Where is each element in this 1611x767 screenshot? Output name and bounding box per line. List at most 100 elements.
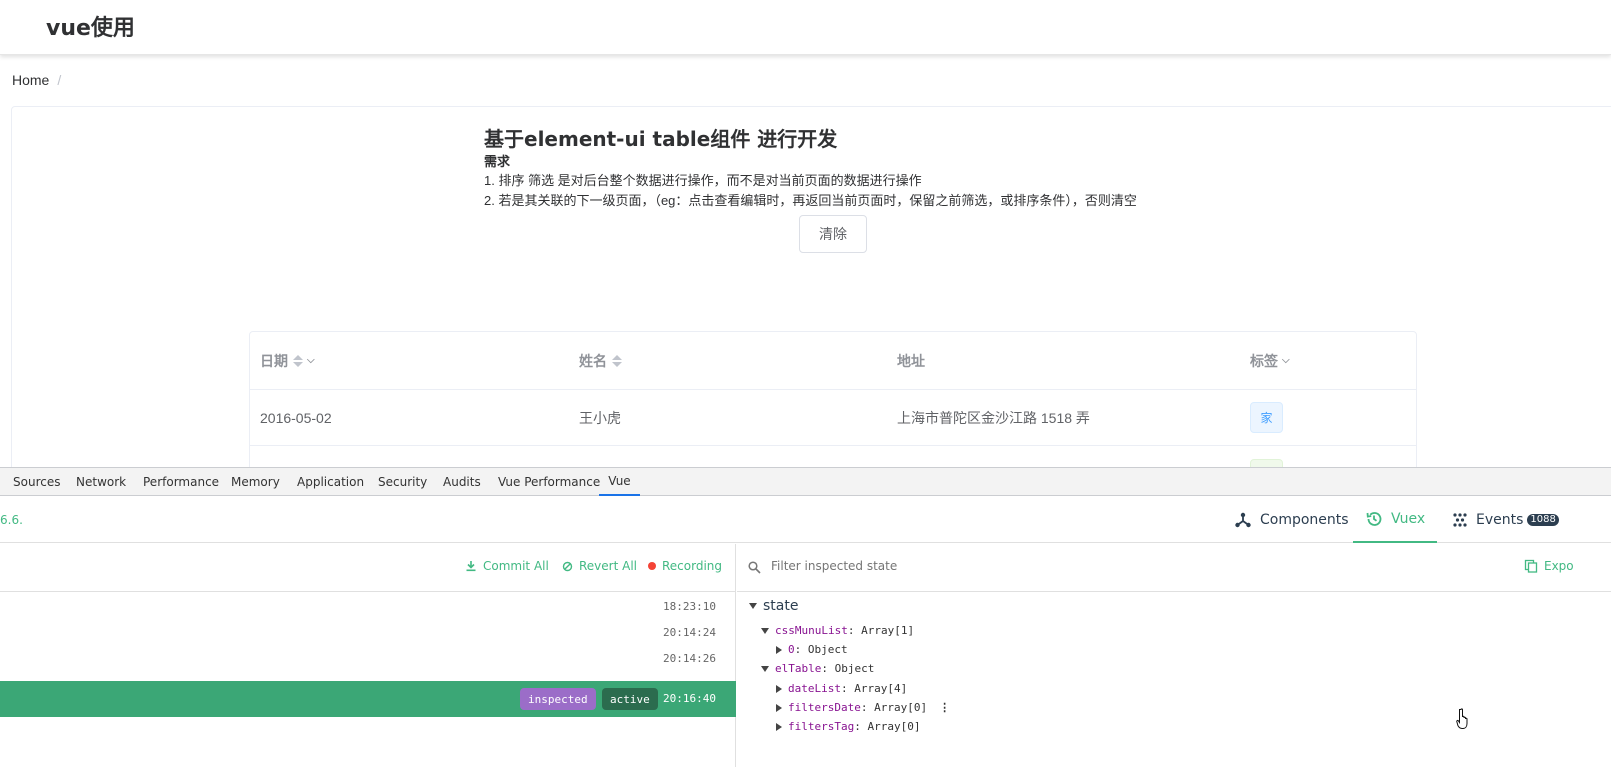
requirement-label: 需求: [484, 154, 511, 169]
vuex-history-toolbar: Commit All Revert All Recording: [0, 544, 736, 592]
expand-arrow-icon[interactable]: [776, 722, 782, 731]
cell-name: 王小虎: [579, 409, 621, 426]
expand-arrow-icon[interactable]: [776, 684, 782, 693]
history-time: 20:14:26: [663, 652, 716, 665]
vue-devtools-header: 6.6. Components Vuex Events 1088: [0, 496, 1611, 543]
expand-arrow-icon[interactable]: [776, 703, 782, 712]
filter-state-input[interactable]: [771, 559, 1071, 573]
table-header-row: 日期 ⌵ 姓名 地址 标签 ⌵: [250, 332, 1416, 390]
state-value: Array[0]: [874, 701, 928, 714]
column-header-name-label: 姓名: [579, 352, 607, 369]
vue-version: 6.6.: [0, 513, 23, 527]
state-item[interactable]: dateList: Array[4]: [776, 679, 907, 698]
history-time: 18:23:10: [663, 600, 716, 613]
state-value: Array[4]: [854, 682, 908, 695]
state-inspector-pane: Expo state cssMunuList: Array[1] 0: Obje…: [737, 544, 1611, 767]
sort-caret-icon[interactable]: [293, 354, 303, 367]
vuex-history-pane: Commit All Revert All Recording 18:23:10…: [0, 544, 736, 767]
history-icon: [1366, 511, 1382, 526]
tab-security[interactable]: Security: [378, 468, 427, 496]
tab-application[interactable]: Application: [297, 468, 364, 496]
commit-all-button[interactable]: Commit All: [465, 559, 549, 573]
tab-events-label: Events: [1476, 511, 1524, 528]
state-key: cssMunuList: [775, 624, 848, 637]
state-item[interactable]: elTable: Object: [761, 659, 874, 678]
download-icon: [466, 561, 476, 572]
breadcrumb: Home /: [12, 72, 61, 88]
state-value: Array[1]: [861, 624, 915, 637]
state-key: elTable: [775, 662, 822, 675]
history-entry[interactable]: 18:23:10: [0, 593, 736, 619]
tab-sources[interactable]: Sources: [13, 468, 60, 496]
cell-address: 上海市普陀区金沙江路 1518 弄: [897, 409, 1090, 426]
more-options-icon[interactable]: ⋮: [939, 701, 950, 714]
state-value: Array[0]: [867, 720, 921, 733]
column-header-tag-label: 标签: [1250, 352, 1278, 369]
table-row: 2016-05-02 王小虎 上海市普陀区金沙江路 1518 弄 家: [250, 390, 1416, 446]
collapse-arrow-icon[interactable]: [761, 665, 769, 672]
cell-date: 2016-05-02: [260, 409, 332, 426]
recording-label: Recording: [662, 559, 723, 573]
intro-section: 基于element-ui table组件 进行开发 需求 1. 排序 筛选 是对…: [484, 125, 1244, 211]
hand-cursor-icon: [1456, 708, 1468, 729]
column-header-date[interactable]: 日期 ⌵: [260, 332, 315, 389]
revert-all-label: Revert All: [579, 559, 637, 573]
column-header-address: 地址: [897, 332, 925, 389]
tab-network[interactable]: Network: [76, 468, 126, 496]
requirement-line-2: 2. 若是其关联的下一级页面，（eg：点击查看编辑时，再返回当前页面时，保留之前…: [484, 193, 1137, 208]
copy-icon: [1524, 559, 1538, 573]
app-title: vue使用: [46, 16, 135, 41]
column-header-date-label: 日期: [260, 352, 288, 369]
state-root-label: state: [763, 598, 799, 614]
sort-caret-icon[interactable]: [612, 354, 622, 367]
expand-arrow-icon[interactable]: [776, 645, 782, 654]
column-header-tag[interactable]: 标签 ⌵: [1250, 332, 1290, 389]
revert-all-button[interactable]: Revert All: [562, 559, 637, 573]
tab-performance[interactable]: Performance: [143, 468, 219, 496]
state-item[interactable]: filtersDate: Array[0] ⋮: [776, 698, 950, 717]
export-label: Expo: [1544, 559, 1574, 573]
clear-button[interactable]: 清除: [799, 215, 867, 253]
cell-tag: 家: [1250, 390, 1283, 445]
collapse-arrow-icon[interactable]: [761, 627, 769, 634]
requirement-line-1: 1. 排序 筛选 是对后台整个数据进行操作，而不是对当前页面的数据进行操作: [484, 173, 922, 188]
history-time: 20:16:40: [663, 692, 716, 705]
state-filter-bar: Expo: [737, 544, 1611, 592]
devtools-panel: Sources Network Performance Memory Appli…: [0, 467, 1611, 767]
state-value: Object: [834, 662, 875, 675]
recording-toggle[interactable]: Recording: [648, 559, 722, 573]
breadcrumb-home[interactable]: Home: [12, 72, 49, 88]
tag-badge: 家: [1250, 402, 1283, 433]
tab-vuex[interactable]: Vuex: [1353, 496, 1438, 543]
tab-audits[interactable]: Audits: [443, 468, 481, 496]
state-key: filtersTag: [788, 720, 855, 733]
tab-components[interactable]: Components: [1234, 496, 1349, 543]
recording-dot-icon: [648, 562, 656, 570]
filter-arrow-icon[interactable]: ⌵: [307, 355, 315, 366]
breadcrumb-separator: /: [57, 72, 62, 88]
tab-components-label: Components: [1260, 511, 1349, 528]
filter-arrow-icon[interactable]: ⌵: [1282, 355, 1290, 366]
tab-vuex-label: Vuex: [1391, 510, 1426, 527]
column-header-name[interactable]: 姓名: [579, 332, 622, 389]
revert-icon: [562, 561, 573, 571]
state-item[interactable]: cssMunuList: Array[1]: [761, 621, 914, 640]
tab-vue[interactable]: Vue: [599, 468, 640, 496]
commit-all-label: Commit All: [483, 559, 549, 573]
state-key: dateList: [788, 682, 841, 695]
state-item[interactable]: filtersTag: Array[0]: [776, 717, 920, 736]
tab-memory[interactable]: Memory: [231, 468, 280, 496]
history-entry[interactable]: 20:14:24: [0, 619, 736, 645]
state-key: 0: [788, 643, 795, 656]
export-button[interactable]: Expo: [1524, 559, 1574, 573]
events-count-badge: 1088: [1527, 513, 1559, 526]
history-time: 20:14:24: [663, 626, 716, 639]
state-root[interactable]: state: [749, 595, 798, 617]
history-entry[interactable]: 20:14:26: [0, 645, 736, 671]
tab-vue-performance[interactable]: Vue Performance: [498, 468, 600, 496]
state-item[interactable]: 0: Object: [776, 640, 848, 659]
tab-events[interactable]: Events 1088: [1452, 496, 1559, 543]
app-header: vue使用: [0, 0, 1611, 55]
collapse-arrow-icon[interactable]: [749, 603, 757, 609]
history-entry-selected[interactable]: inspected active 20:16:40: [0, 681, 736, 717]
